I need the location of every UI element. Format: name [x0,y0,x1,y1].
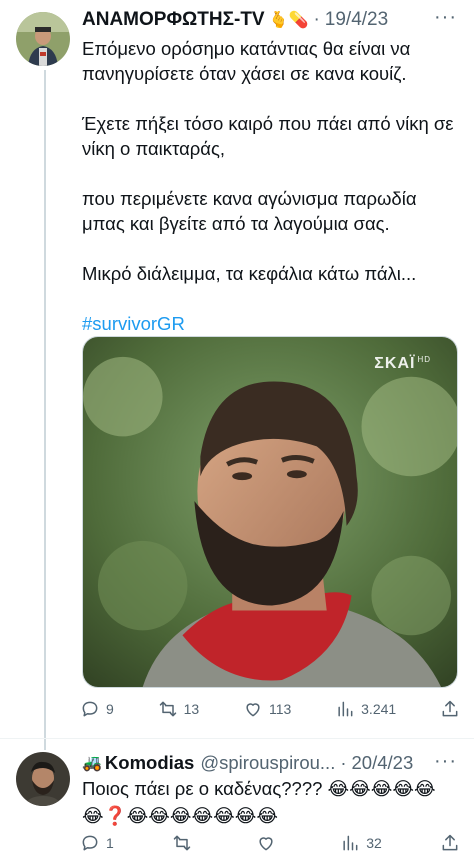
reply-count: 1 [106,835,114,851]
heart-icon [259,837,273,851]
tweet-paragraph: που περιμένετε κανα αγώνισμα παρωδία μπα… [82,188,417,234]
view-count: 3.241 [361,701,397,717]
tweet-action-bar: 9 13 113 3.241 [80,699,460,719]
tweet-divider [0,738,474,739]
reply-button[interactable]: 9 [80,699,114,719]
author-avatar[interactable] [16,12,70,66]
hashtag-link[interactable]: #survivorGR [82,311,462,336]
reply-header: 🚜 Komodias @spirouspirou... · 20/4/23 [82,752,413,774]
tweet-paragraph: Μικρό διάλειμμα, τα κεφάλια κάτω πάλι... [82,263,417,284]
tweet-paragraph: Επόμενο ορόσημο κατάντιας θα είναι να πα… [82,38,411,84]
like-count: 113 [269,701,292,717]
author-emoji-badge: 🫰💊 [268,12,309,29]
separator-dot: · [313,9,320,30]
reply-icon [82,701,98,717]
reply-count: 9 [106,701,114,717]
channel-watermark: ΣΚΑΪ HD [374,355,431,372]
share-button[interactable] [440,699,460,719]
tweet-text: Επόμενο ορόσημο κατάντιας θα είναι να πα… [82,36,462,361]
reply-button[interactable]: 1 [80,833,114,853]
bar-chart-icon [338,701,353,717]
tweet-paragraph: Έχετε πήξει τόσο καιρό που πάει από νίκη… [82,113,454,159]
reply-date[interactable]: 20/4/23 [352,752,414,774]
view-count: 32 [366,835,382,851]
author-name[interactable]: ΑΝΑΜΟΡΦΩΤΗΣ-TV [82,9,265,31]
reply-action-bar: 1 32 [80,833,460,853]
tweet-header: ΑΝΑΜΟΡΦΩΤΗΣ-TV 🫰💊 · 19/4/23 [82,9,388,31]
reply-more-options-icon[interactable]: ··· [434,750,457,773]
reply-author-avatar[interactable] [16,752,70,806]
retweet-count: 13 [183,701,200,717]
separator-dot: · [340,752,347,773]
reply-author-emoji: 🚜 [82,755,102,772]
reply-icon [82,835,98,851]
reply-author-name[interactable]: Komodias [105,752,194,774]
retweet-button[interactable]: 13 [158,699,200,719]
share-icon [442,700,458,717]
bar-chart-icon [343,835,358,851]
views-button[interactable]: 32 [340,833,382,853]
retweet-icon [173,835,191,851]
like-button[interactable]: 113 [243,699,291,719]
share-icon [442,834,458,851]
thread-connector-line [44,70,46,750]
more-options-icon[interactable]: ··· [434,6,457,29]
share-button[interactable] [440,833,460,853]
tweet-date[interactable]: 19/4/23 [325,9,388,31]
tweet-media-image[interactable]: ΣΚΑΪ HD [82,336,458,688]
retweet-button[interactable] [172,833,198,853]
views-button[interactable]: 3.241 [335,699,396,719]
heart-icon [246,703,260,717]
like-button[interactable] [256,833,282,853]
reply-author-handle[interactable]: @spirouspirou... [200,752,335,774]
reply-text: Ποιος πάει ρε ο καδένας???? 😂😂😂😂😂😂❓😂😂😂😂😂… [82,778,436,826]
retweet-icon [159,701,176,717]
